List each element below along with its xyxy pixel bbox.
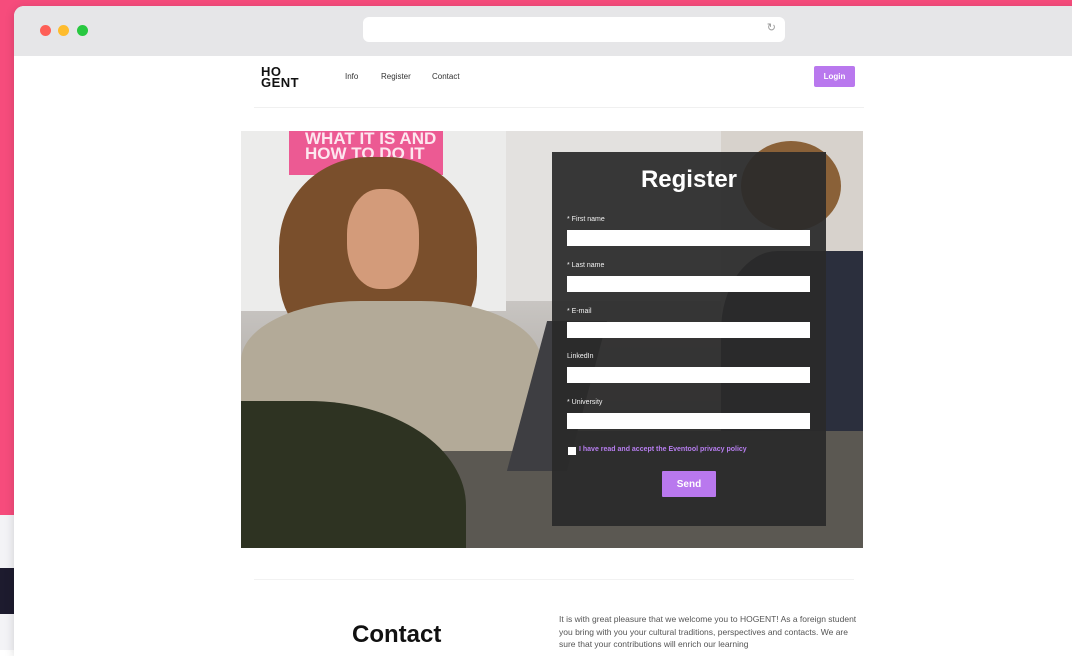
linkedin-label: LinkedIn [567, 353, 594, 360]
logo-line-2: GENT [261, 75, 300, 90]
first-name-field[interactable] [567, 230, 810, 246]
web-page: HO GENT Info Register Contact Login WHAT… [14, 56, 1072, 656]
nav-info[interactable]: Info [345, 72, 358, 81]
register-title: Register [640, 166, 738, 193]
minimize-window-icon[interactable] [58, 25, 69, 36]
first-name-label: * First name [567, 216, 605, 223]
privacy-consent-checkbox[interactable] [568, 447, 576, 455]
send-button[interactable]: Send [662, 471, 716, 497]
section-divider [254, 579, 854, 580]
hogent-logo[interactable]: HO GENT [261, 65, 300, 90]
header-divider [254, 107, 864, 108]
last-name-field[interactable] [567, 276, 810, 292]
browser-window: ↻ HO GENT Info Register Contact Login WH… [14, 6, 1072, 656]
email-field[interactable] [567, 322, 810, 338]
browser-toolbar: ↻ [14, 6, 1072, 56]
reload-icon[interactable]: ↻ [767, 21, 776, 34]
contact-heading: Contact [352, 621, 442, 648]
address-bar[interactable]: ↻ [363, 17, 785, 42]
close-window-icon[interactable] [40, 25, 51, 36]
last-name-label: * Last name [567, 262, 605, 269]
register-form: Register * First name * Last name * E-ma… [552, 152, 826, 526]
university-label: * University [567, 399, 603, 406]
welcome-paragraph: It is with great pleasure that we welcom… [559, 614, 857, 649]
privacy-consent-label[interactable]: I have read and accept the Eventool priv… [579, 446, 747, 453]
photo-person-face [347, 189, 419, 289]
nav-register[interactable]: Register [381, 72, 411, 81]
university-field[interactable] [567, 413, 810, 429]
nav-contact[interactable]: Contact [432, 72, 460, 81]
login-button[interactable]: Login [814, 66, 855, 87]
linkedin-field[interactable] [567, 367, 810, 383]
hero-photo: WHAT IT IS AND HOW TO DO IT Register * F… [241, 131, 863, 548]
email-label: * E-mail [567, 308, 592, 315]
maximize-window-icon[interactable] [77, 25, 88, 36]
